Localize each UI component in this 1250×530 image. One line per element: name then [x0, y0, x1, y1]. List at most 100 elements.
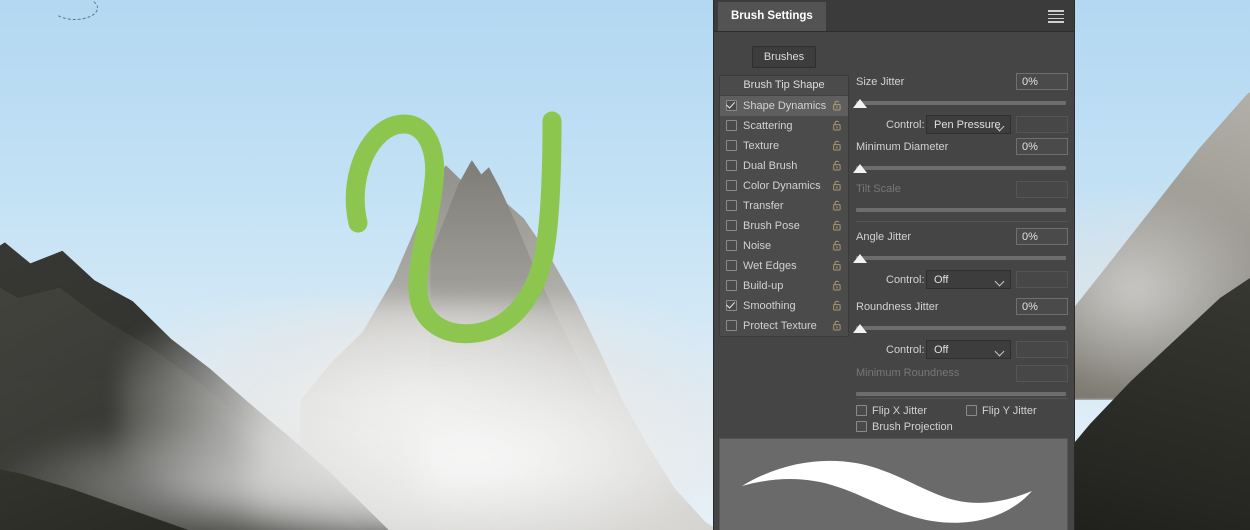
select-roundness-control[interactable]: Off [926, 340, 1011, 359]
label-size-jitter: Size Jitter [856, 76, 905, 88]
checkbox-color-dynamics[interactable] [726, 179, 737, 191]
checkbox-scattering[interactable] [726, 119, 737, 131]
list-item-label: Wet Edges [743, 260, 797, 272]
slider-track-minimum-roundness [856, 392, 1066, 396]
select-size-control[interactable]: Pen Pressure [926, 115, 1011, 134]
list-item-label: Scattering [743, 120, 793, 132]
value-minimum-diameter[interactable]: 0% [1016, 138, 1068, 155]
list-item-transfer[interactable]: Transfer [720, 196, 848, 216]
divider-2 [856, 398, 1068, 399]
panel-tab-bar: Brush Settings [714, 0, 1074, 32]
chevron-down-icon [994, 346, 1005, 357]
list-item-label: Transfer [743, 200, 784, 212]
list-item-label: Protect Texture [743, 320, 817, 332]
unlock-icon[interactable] [833, 100, 842, 111]
unlock-icon[interactable] [833, 200, 842, 211]
divider-1 [856, 221, 1068, 222]
checkbox-box-flip-x[interactable] [856, 404, 867, 416]
list-item-label: Texture [743, 140, 780, 152]
slider-thumb-size-jitter[interactable] [853, 99, 867, 108]
checkbox-brush-pose[interactable] [726, 219, 737, 231]
brush-stroke-preview [719, 438, 1068, 530]
value-roundness-jitter[interactable]: 0% [1016, 298, 1068, 315]
slider-thumb-angle-jitter[interactable] [853, 254, 867, 263]
checkbox-box-flip-y[interactable] [966, 404, 977, 416]
select-size-control-value: Pen Pressure [934, 119, 1001, 131]
list-item-shape-dynamics[interactable]: Shape Dynamics [720, 96, 848, 116]
tab-brush-settings[interactable]: Brush Settings [718, 2, 826, 31]
value-size-control-extra[interactable] [1016, 116, 1068, 133]
list-item-wet-edges[interactable]: Wet Edges [720, 256, 848, 276]
brush-option-list: Brush Tip Shape Shape Dynamics Scattering… [719, 75, 849, 337]
label-flip-y-jitter: Flip Y Jitter [982, 405, 1037, 417]
list-item-label: Shape Dynamics [743, 100, 827, 112]
label-minimum-diameter: Minimum Diameter [856, 141, 949, 153]
label-brush-projection: Brush Projection [872, 421, 953, 433]
slider-track-size-jitter[interactable] [856, 101, 1066, 105]
list-item-color-dynamics[interactable]: Color Dynamics [720, 176, 848, 196]
panel-body: Brushes Brush Tip Shape Shape Dynamics Sc… [714, 32, 1074, 530]
brushes-button[interactable]: Brushes [752, 46, 816, 68]
brush-settings-panel: Brush Settings Brushes Brush Tip Shape S… [713, 0, 1075, 530]
list-item-protect-texture[interactable]: Protect Texture [720, 316, 848, 336]
checkbox-wet-edges[interactable] [726, 259, 737, 271]
list-item-scattering[interactable]: Scattering [720, 116, 848, 136]
label-flip-x-jitter: Flip X Jitter [872, 405, 928, 417]
green-brush-stroke [345, 111, 562, 344]
slider-track-tilt-scale [856, 208, 1066, 212]
value-minimum-roundness [1016, 365, 1068, 382]
select-angle-control-value: Off [934, 274, 949, 286]
value-angle-jitter[interactable]: 0% [1016, 228, 1068, 245]
slider-thumb-roundness-jitter[interactable] [853, 324, 867, 333]
checkbox-smoothing[interactable] [726, 299, 737, 311]
unlock-icon[interactable] [833, 240, 842, 251]
preview-stroke-shape [742, 460, 1032, 523]
unlock-icon[interactable] [833, 300, 842, 311]
checkbox-build-up[interactable] [726, 279, 737, 291]
checkbox-noise[interactable] [726, 239, 737, 251]
list-item-smoothing[interactable]: Smoothing [720, 296, 848, 316]
chevron-down-icon [994, 276, 1005, 287]
checkbox-box-brush-projection[interactable] [856, 420, 867, 432]
checkbox-dual-brush[interactable] [726, 159, 737, 171]
unlock-icon[interactable] [833, 320, 842, 331]
slider-thumb-minimum-diameter[interactable] [853, 164, 867, 173]
value-angle-control-extra[interactable] [1016, 271, 1068, 288]
checkbox-brush-projection[interactable]: Brush Projection [856, 420, 953, 433]
list-item-noise[interactable]: Noise [720, 236, 848, 256]
select-roundness-control-value: Off [934, 344, 949, 356]
unlock-icon[interactable] [833, 260, 842, 271]
value-size-jitter[interactable]: 0% [1016, 73, 1068, 90]
list-item-brush-pose[interactable]: Brush Pose [720, 216, 848, 236]
checkbox-shape-dynamics[interactable] [726, 99, 737, 111]
label-angle-control: Control: [886, 274, 925, 286]
list-item-label: Smoothing [743, 300, 796, 312]
photoshop-window: Brush Settings Brushes Brush Tip Shape S… [0, 0, 1250, 530]
unlock-icon[interactable] [833, 120, 842, 131]
list-item-label: Brush Pose [743, 220, 800, 232]
unlock-icon[interactable] [833, 160, 842, 171]
slider-track-angle-jitter[interactable] [856, 256, 1066, 260]
list-item-texture[interactable]: Texture [720, 136, 848, 156]
checkbox-flip-y-jitter[interactable]: Flip Y Jitter [966, 404, 1037, 417]
unlock-icon[interactable] [833, 140, 842, 151]
checkbox-transfer[interactable] [726, 199, 737, 211]
checkbox-flip-x-jitter[interactable]: Flip X Jitter [856, 404, 928, 417]
hamburger-menu-icon[interactable] [1048, 10, 1064, 23]
checkbox-texture[interactable] [726, 139, 737, 151]
label-angle-jitter: Angle Jitter [856, 231, 912, 243]
unlock-icon[interactable] [833, 180, 842, 191]
unlock-icon[interactable] [833, 280, 842, 291]
list-item-brush-tip-shape[interactable]: Brush Tip Shape [720, 76, 848, 96]
label-minimum-roundness: Minimum Roundness [856, 367, 960, 379]
unlock-icon[interactable] [833, 220, 842, 231]
select-angle-control[interactable]: Off [926, 270, 1011, 289]
value-roundness-control-extra[interactable] [1016, 341, 1068, 358]
list-item-label: Build-up [743, 280, 784, 292]
list-item-build-up[interactable]: Build-up [720, 276, 848, 296]
slider-track-roundness-jitter[interactable] [856, 326, 1066, 330]
checkbox-protect-texture[interactable] [726, 319, 737, 331]
list-item-label: Noise [743, 240, 772, 252]
slider-track-minimum-diameter[interactable] [856, 166, 1066, 170]
list-item-dual-brush[interactable]: Dual Brush [720, 156, 848, 176]
